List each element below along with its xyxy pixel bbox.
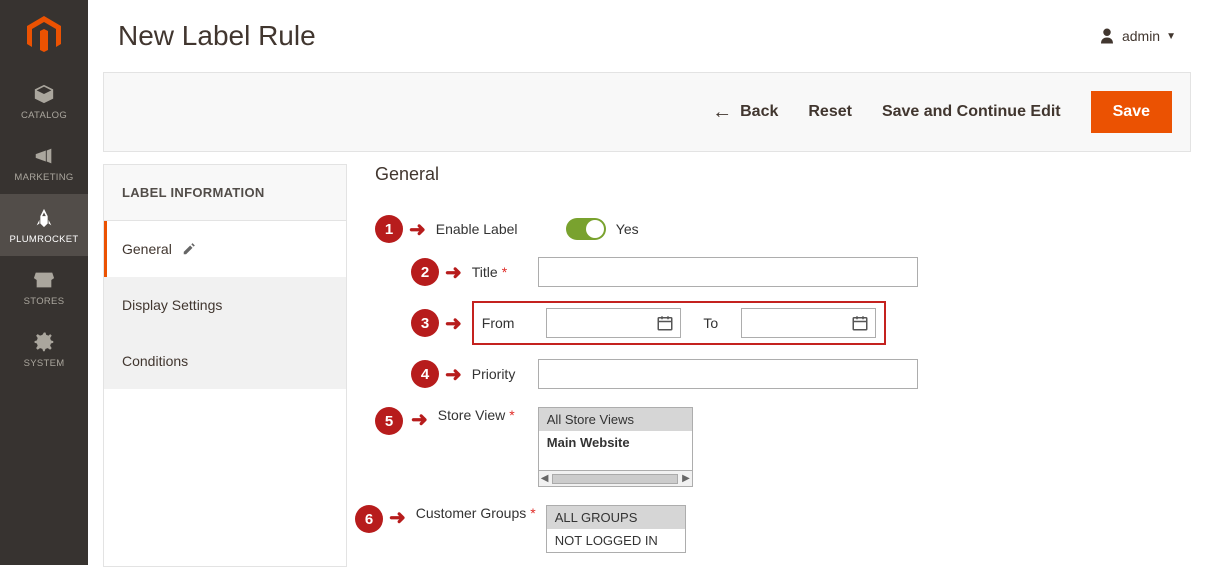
annotation-badge-4: 4 xyxy=(411,360,439,388)
annotation-arrow-icon: ➜ xyxy=(445,260,462,285)
side-tabs-header: LABEL INFORMATION xyxy=(104,165,346,221)
save-continue-button[interactable]: Save and Continue Edit xyxy=(882,103,1061,121)
toggle-value-label: Yes xyxy=(616,221,639,237)
nav-system[interactable]: SYSTEM xyxy=(0,318,88,380)
nav-plumrocket[interactable]: PLUMROCKET xyxy=(0,194,88,256)
label-title: Title* xyxy=(472,264,538,280)
magento-logo-icon xyxy=(27,16,61,54)
horizontal-scrollbar[interactable]: ◀▶ xyxy=(538,471,693,487)
field-priority: 4 ➜ Priority xyxy=(375,359,1191,389)
annotation-arrow-icon: ➜ xyxy=(411,407,428,432)
calendar-icon xyxy=(656,314,674,332)
section-title: General xyxy=(375,164,1191,185)
store-view-select[interactable]: All Store Views Main Website xyxy=(538,407,693,471)
annotation-badge-2: 2 xyxy=(411,258,439,286)
annotation-arrow-icon: ➜ xyxy=(445,311,462,336)
field-store-view: 5 ➜ Store View* All Store Views Main Web… xyxy=(375,407,1191,487)
calendar-icon xyxy=(851,314,869,332)
field-enable-label: 1 ➜ Enable Label Yes xyxy=(375,215,1191,243)
field-date-range: 3 ➜ From To xyxy=(375,301,1191,345)
label-from: From xyxy=(482,315,530,331)
admin-sidebar: CATALOG MARKETING PLUMROCKET STORES SYST… xyxy=(0,0,88,565)
gear-icon xyxy=(32,330,56,354)
tab-conditions[interactable]: Conditions xyxy=(104,333,346,389)
annotation-arrow-icon: ➜ xyxy=(389,505,406,530)
scroll-left-icon: ◀ xyxy=(541,473,549,484)
scroll-right-icon: ▶ xyxy=(682,473,690,484)
back-button[interactable]: ← Back xyxy=(712,101,778,124)
general-form: General 1 ➜ Enable Label Yes 2 xyxy=(375,164,1191,567)
side-tabs: LABEL INFORMATION General Display Settin… xyxy=(103,164,347,567)
cube-icon xyxy=(32,82,56,106)
field-customer-groups: 6 ➜ Customer Groups* ALL GROUPS NOT LOGG… xyxy=(375,505,1191,553)
label-priority: Priority xyxy=(472,366,538,382)
field-title: 2 ➜ Title* xyxy=(375,257,1191,287)
megaphone-icon xyxy=(32,144,56,168)
page-header: New Label Rule admin ▼ xyxy=(88,0,1206,62)
customer-group-option-all[interactable]: ALL GROUPS xyxy=(547,506,685,529)
nav-catalog[interactable]: CATALOG xyxy=(0,70,88,132)
user-menu[interactable]: admin ▼ xyxy=(1098,27,1176,45)
magento-logo[interactable] xyxy=(0,0,88,70)
tab-general[interactable]: General xyxy=(104,221,346,277)
store-view-option-main[interactable]: Main Website xyxy=(539,431,692,454)
customer-group-option-notlogged[interactable]: NOT LOGGED IN xyxy=(547,529,685,552)
pencil-icon xyxy=(182,242,196,256)
label-to: To xyxy=(697,315,725,331)
from-date-input[interactable] xyxy=(546,308,681,338)
main-content: New Label Rule admin ▼ ← Back Reset Save… xyxy=(88,0,1206,565)
user-icon xyxy=(1098,27,1116,45)
nav-stores[interactable]: STORES xyxy=(0,256,88,318)
annotation-arrow-icon: ➜ xyxy=(409,217,426,242)
annotation-badge-5: 5 xyxy=(375,407,403,435)
user-name: admin xyxy=(1122,28,1160,44)
annotation-badge-3: 3 xyxy=(411,309,439,337)
reset-button[interactable]: Reset xyxy=(808,103,852,121)
nav-marketing[interactable]: MARKETING xyxy=(0,132,88,194)
annotation-badge-6: 6 xyxy=(355,505,383,533)
annotation-arrow-icon: ➜ xyxy=(445,362,462,387)
save-button[interactable]: Save xyxy=(1091,91,1172,133)
store-icon xyxy=(32,268,56,292)
store-view-option-all[interactable]: All Store Views xyxy=(539,408,692,431)
date-range-highlight: From To xyxy=(472,301,886,345)
priority-input[interactable] xyxy=(538,359,918,389)
rocket-icon xyxy=(32,206,56,230)
label-enable: Enable Label xyxy=(436,221,566,237)
action-bar: ← Back Reset Save and Continue Edit Save xyxy=(103,72,1191,152)
enable-label-toggle[interactable] xyxy=(566,218,606,240)
label-customer-groups: Customer Groups* xyxy=(416,505,546,521)
annotation-badge-1: 1 xyxy=(375,215,403,243)
chevron-down-icon: ▼ xyxy=(1166,31,1176,42)
customer-groups-select[interactable]: ALL GROUPS NOT LOGGED IN xyxy=(546,505,686,553)
arrow-left-icon: ← xyxy=(712,101,732,124)
tab-display-settings[interactable]: Display Settings xyxy=(104,277,346,333)
label-store-view: Store View* xyxy=(438,407,538,423)
title-input[interactable] xyxy=(538,257,918,287)
page-title: New Label Rule xyxy=(118,20,316,52)
to-date-input[interactable] xyxy=(741,308,876,338)
